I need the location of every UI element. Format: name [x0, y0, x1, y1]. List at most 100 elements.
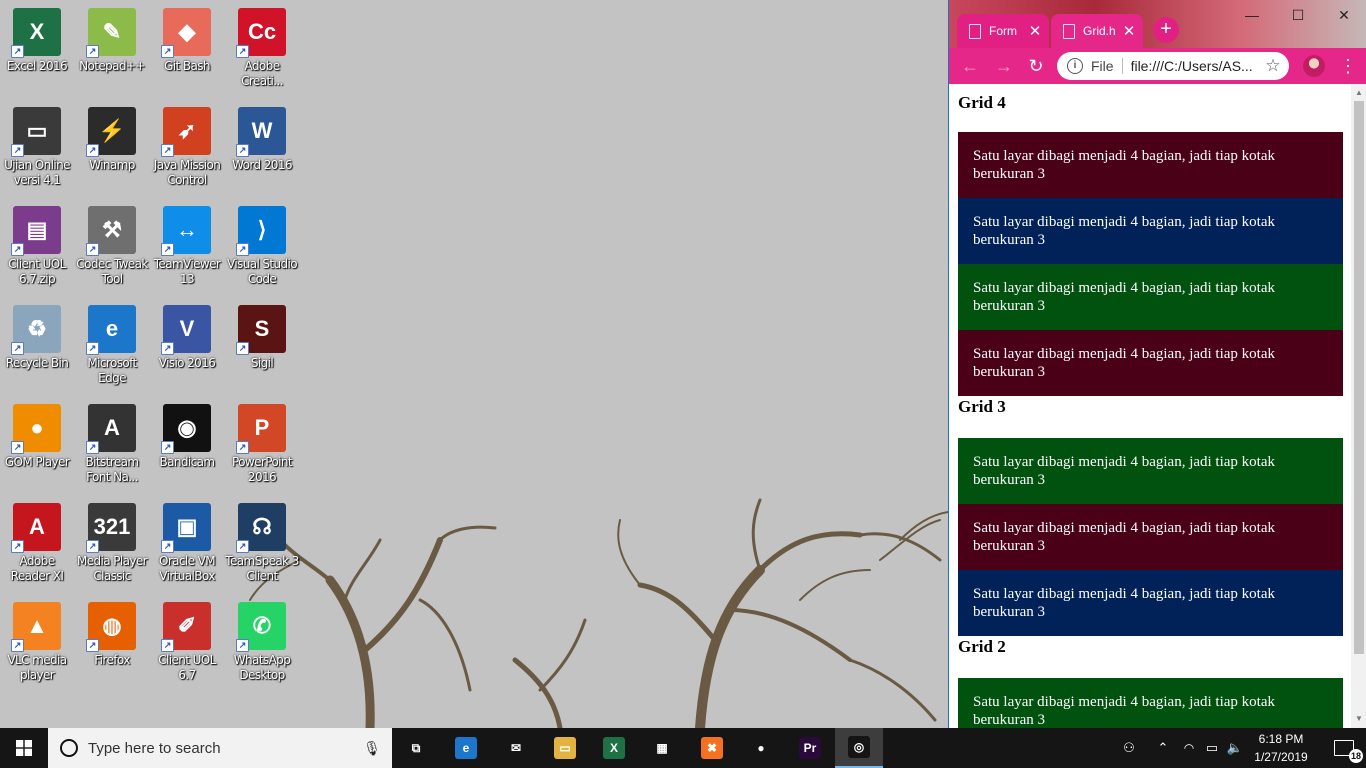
cortana-icon — [60, 739, 78, 757]
bookmark-star-icon[interactable]: ☆ — [1263, 56, 1283, 76]
mail-icon: ✉ — [505, 737, 527, 759]
address-bar[interactable]: i File file:///C:/Users/AS... ☆ — [1057, 52, 1289, 80]
desktop-icon[interactable]: ▭ ↗ Ujian Online versi 4.1 — [0, 103, 74, 199]
desktop-icon[interactable]: ◍ ↗ Firefox — [75, 598, 149, 694]
scroll-down-arrow-icon[interactable]: ▼ — [1354, 714, 1364, 723]
close-window-button[interactable]: ✕ — [1321, 0, 1366, 30]
desktop-icon[interactable]: ⚡ ↗ Winamp — [75, 103, 149, 199]
desktop-icon[interactable]: ▲ ↗ VLC media player — [0, 598, 74, 694]
desktop-icon-label: Bitstream Font Na... — [85, 455, 140, 484]
taskbar-file-explorer-button[interactable]: ▭ — [541, 728, 589, 768]
windows-logo-icon — [16, 740, 32, 756]
reload-icon[interactable]: ↻ — [1025, 55, 1047, 77]
taskbar-clock[interactable]: 6:18 PM 1/27/2019 — [1246, 730, 1316, 766]
new-tab-button[interactable]: + — [1153, 17, 1179, 43]
taskbar-mail-button[interactable]: ✉ — [492, 728, 540, 768]
desktop-icon[interactable]: ♻ ↗ Recycle Bin — [0, 301, 74, 397]
people-icon[interactable]: ⚇ — [1116, 728, 1142, 768]
desktop-icon[interactable]: ▣ ↗ Oracle VM VirtualBox — [150, 499, 224, 595]
shortcut-arrow-icon: ↗ — [161, 144, 174, 157]
shortcut-arrow-icon: ↗ — [11, 540, 24, 553]
forward-arrow-icon[interactable]: → — [993, 55, 1015, 77]
taskbar-bandicam-button[interactable]: ● — [737, 728, 785, 768]
taskbar-task-view-button[interactable]: ⧉ — [392, 728, 440, 768]
app-icon: ▤ ↗ — [11, 206, 61, 256]
desktop-icon-label: Codec Tweak Tool — [76, 257, 148, 286]
desktop-icon-label: PowerPoint 2016 — [231, 455, 293, 484]
desktop-icon[interactable]: X ↗ Excel 2016 — [0, 4, 74, 100]
shortcut-arrow-icon: ↗ — [236, 243, 249, 256]
volume-icon[interactable]: 🔈 — [1224, 728, 1246, 768]
desktop-icon[interactable]: ✐ ↗ Client UOL 6.7 — [150, 598, 224, 694]
desktop-icon-label: Firefox — [94, 653, 130, 667]
desktop-icon[interactable]: ➶ ↗ Java Mission Control — [150, 103, 224, 199]
desktop-icon[interactable]: ● ↗ GOM Player — [0, 400, 74, 496]
info-icon[interactable]: i — [1067, 58, 1083, 74]
microphone-icon[interactable]: 🎙 — [360, 740, 384, 757]
page-viewport[interactable]: Grid 4 Satu layar dibagi menjadi 4 bagian… — [949, 84, 1366, 728]
minimize-button[interactable]: — — [1229, 0, 1275, 30]
maximize-button[interactable]: ☐ — [1275, 0, 1321, 30]
taskbar-search-box[interactable]: Type here to search 🎙 — [48, 728, 392, 768]
desktop-icon[interactable]: P ↗ PowerPoint 2016 — [225, 400, 299, 496]
tab-close-icon[interactable]: ✕ — [1121, 22, 1137, 40]
taskbar-xampp-button[interactable]: ✖ — [688, 728, 736, 768]
desktop-icon[interactable]: 321 ↗ Media Player Classic — [75, 499, 149, 595]
clock-date: 1/27/2019 — [1254, 750, 1308, 764]
desktop-icon[interactable]: ◉ ↗ Bandicam — [150, 400, 224, 496]
app-icon: V ↗ — [161, 305, 211, 355]
grid-box: Satu layar dibagi menjadi 4 bagian, jadi… — [958, 264, 1343, 330]
desktop-icon[interactable]: ◆ ↗ Git Bash — [150, 4, 224, 100]
tab-title: Grid.h — [1083, 24, 1116, 38]
desktop-icon[interactable]: ☊ ↗ TeamSpeak 3 Client — [225, 499, 299, 595]
shortcut-arrow-icon: ↗ — [161, 45, 174, 58]
desktop-icon-label: Bandicam — [159, 455, 216, 469]
shortcut-arrow-icon: ↗ — [11, 342, 24, 355]
scroll-up-arrow-icon[interactable]: ▲ — [1354, 88, 1364, 97]
taskbar-premiere-button[interactable]: Pr — [786, 728, 834, 768]
desktop-icon[interactable]: ⚒ ↗ Codec Tweak Tool — [75, 202, 149, 298]
tab-grid[interactable]: Grid.h ✕ — [1051, 14, 1143, 48]
taskbar-chrome-button[interactable]: ◎ — [835, 728, 883, 768]
desktop-icon[interactable]: S ↗ Sigil — [225, 301, 299, 397]
shortcut-arrow-icon: ↗ — [161, 639, 174, 652]
shortcut-arrow-icon: ↗ — [86, 342, 99, 355]
desktop-icon[interactable]: ↔ ↗ TeamViewer 13 — [150, 202, 224, 298]
desktop-icon[interactable]: W ↗ Word 2016 — [225, 103, 299, 199]
desktop-icon[interactable]: ✎ ↗ Notepad++ — [75, 4, 149, 100]
start-button[interactable] — [0, 728, 48, 768]
shortcut-arrow-icon: ↗ — [236, 540, 249, 553]
wifi-icon[interactable]: ◠ — [1178, 728, 1200, 768]
desktop-icon[interactable]: Cc ↗ Adobe Creati... — [225, 4, 299, 100]
action-center-button[interactable]: 18 — [1322, 728, 1366, 768]
browser-titlebar[interactable]: Form ✕ Grid.h ✕ + — ☐ ✕ — [949, 0, 1366, 48]
battery-icon[interactable]: ▭ — [1202, 728, 1222, 768]
profile-avatar[interactable] — [1303, 55, 1325, 77]
taskbar-excel-button[interactable]: X — [590, 728, 638, 768]
taskbar-store-button[interactable]: ▦ — [638, 728, 686, 768]
store-icon: ▦ — [651, 737, 673, 759]
desktop-icon[interactable]: A ↗ Bitstream Font Na... — [75, 400, 149, 496]
scrollbar-thumb[interactable] — [1354, 101, 1364, 654]
desktop-icon-label: Sigil — [250, 356, 274, 370]
desktop-icon[interactable]: ⟩ ↗ Visual Studio Code — [225, 202, 299, 298]
taskbar-edge-button[interactable]: e — [442, 728, 490, 768]
desktop-icon[interactable]: ✆ ↗ WhatsApp Desktop — [225, 598, 299, 694]
show-hidden-icons-chevron-icon[interactable]: ⌃ — [1152, 728, 1174, 768]
desktop-icon[interactable]: A ↗ Adobe Reader XI — [0, 499, 74, 595]
page-scrollbar[interactable]: ▲ ▼ — [1351, 84, 1366, 728]
tab-form[interactable]: Form ✕ — [957, 14, 1049, 48]
tab-close-icon[interactable]: ✕ — [1027, 22, 1043, 40]
desktop-icon[interactable]: ▤ ↗ Client UOL 6.7.zip — [0, 202, 74, 298]
app-icon: ▭ ↗ — [11, 107, 61, 157]
notification-count-badge: 18 — [1349, 749, 1363, 763]
url-text[interactable]: file:///C:/Users/AS... — [1131, 58, 1263, 74]
more-menu-icon[interactable]: ⋮ — [1339, 54, 1357, 78]
desktop-icon[interactable]: e ↗ Microsoft Edge — [75, 301, 149, 397]
back-arrow-icon[interactable]: ← — [959, 55, 981, 77]
document-icon — [969, 23, 981, 39]
desktop-icon-label: Recycle Bin — [5, 356, 69, 370]
app-icon: ⚒ ↗ — [86, 206, 136, 256]
shortcut-arrow-icon: ↗ — [86, 45, 99, 58]
desktop-icon[interactable]: V ↗ Visio 2016 — [150, 301, 224, 397]
